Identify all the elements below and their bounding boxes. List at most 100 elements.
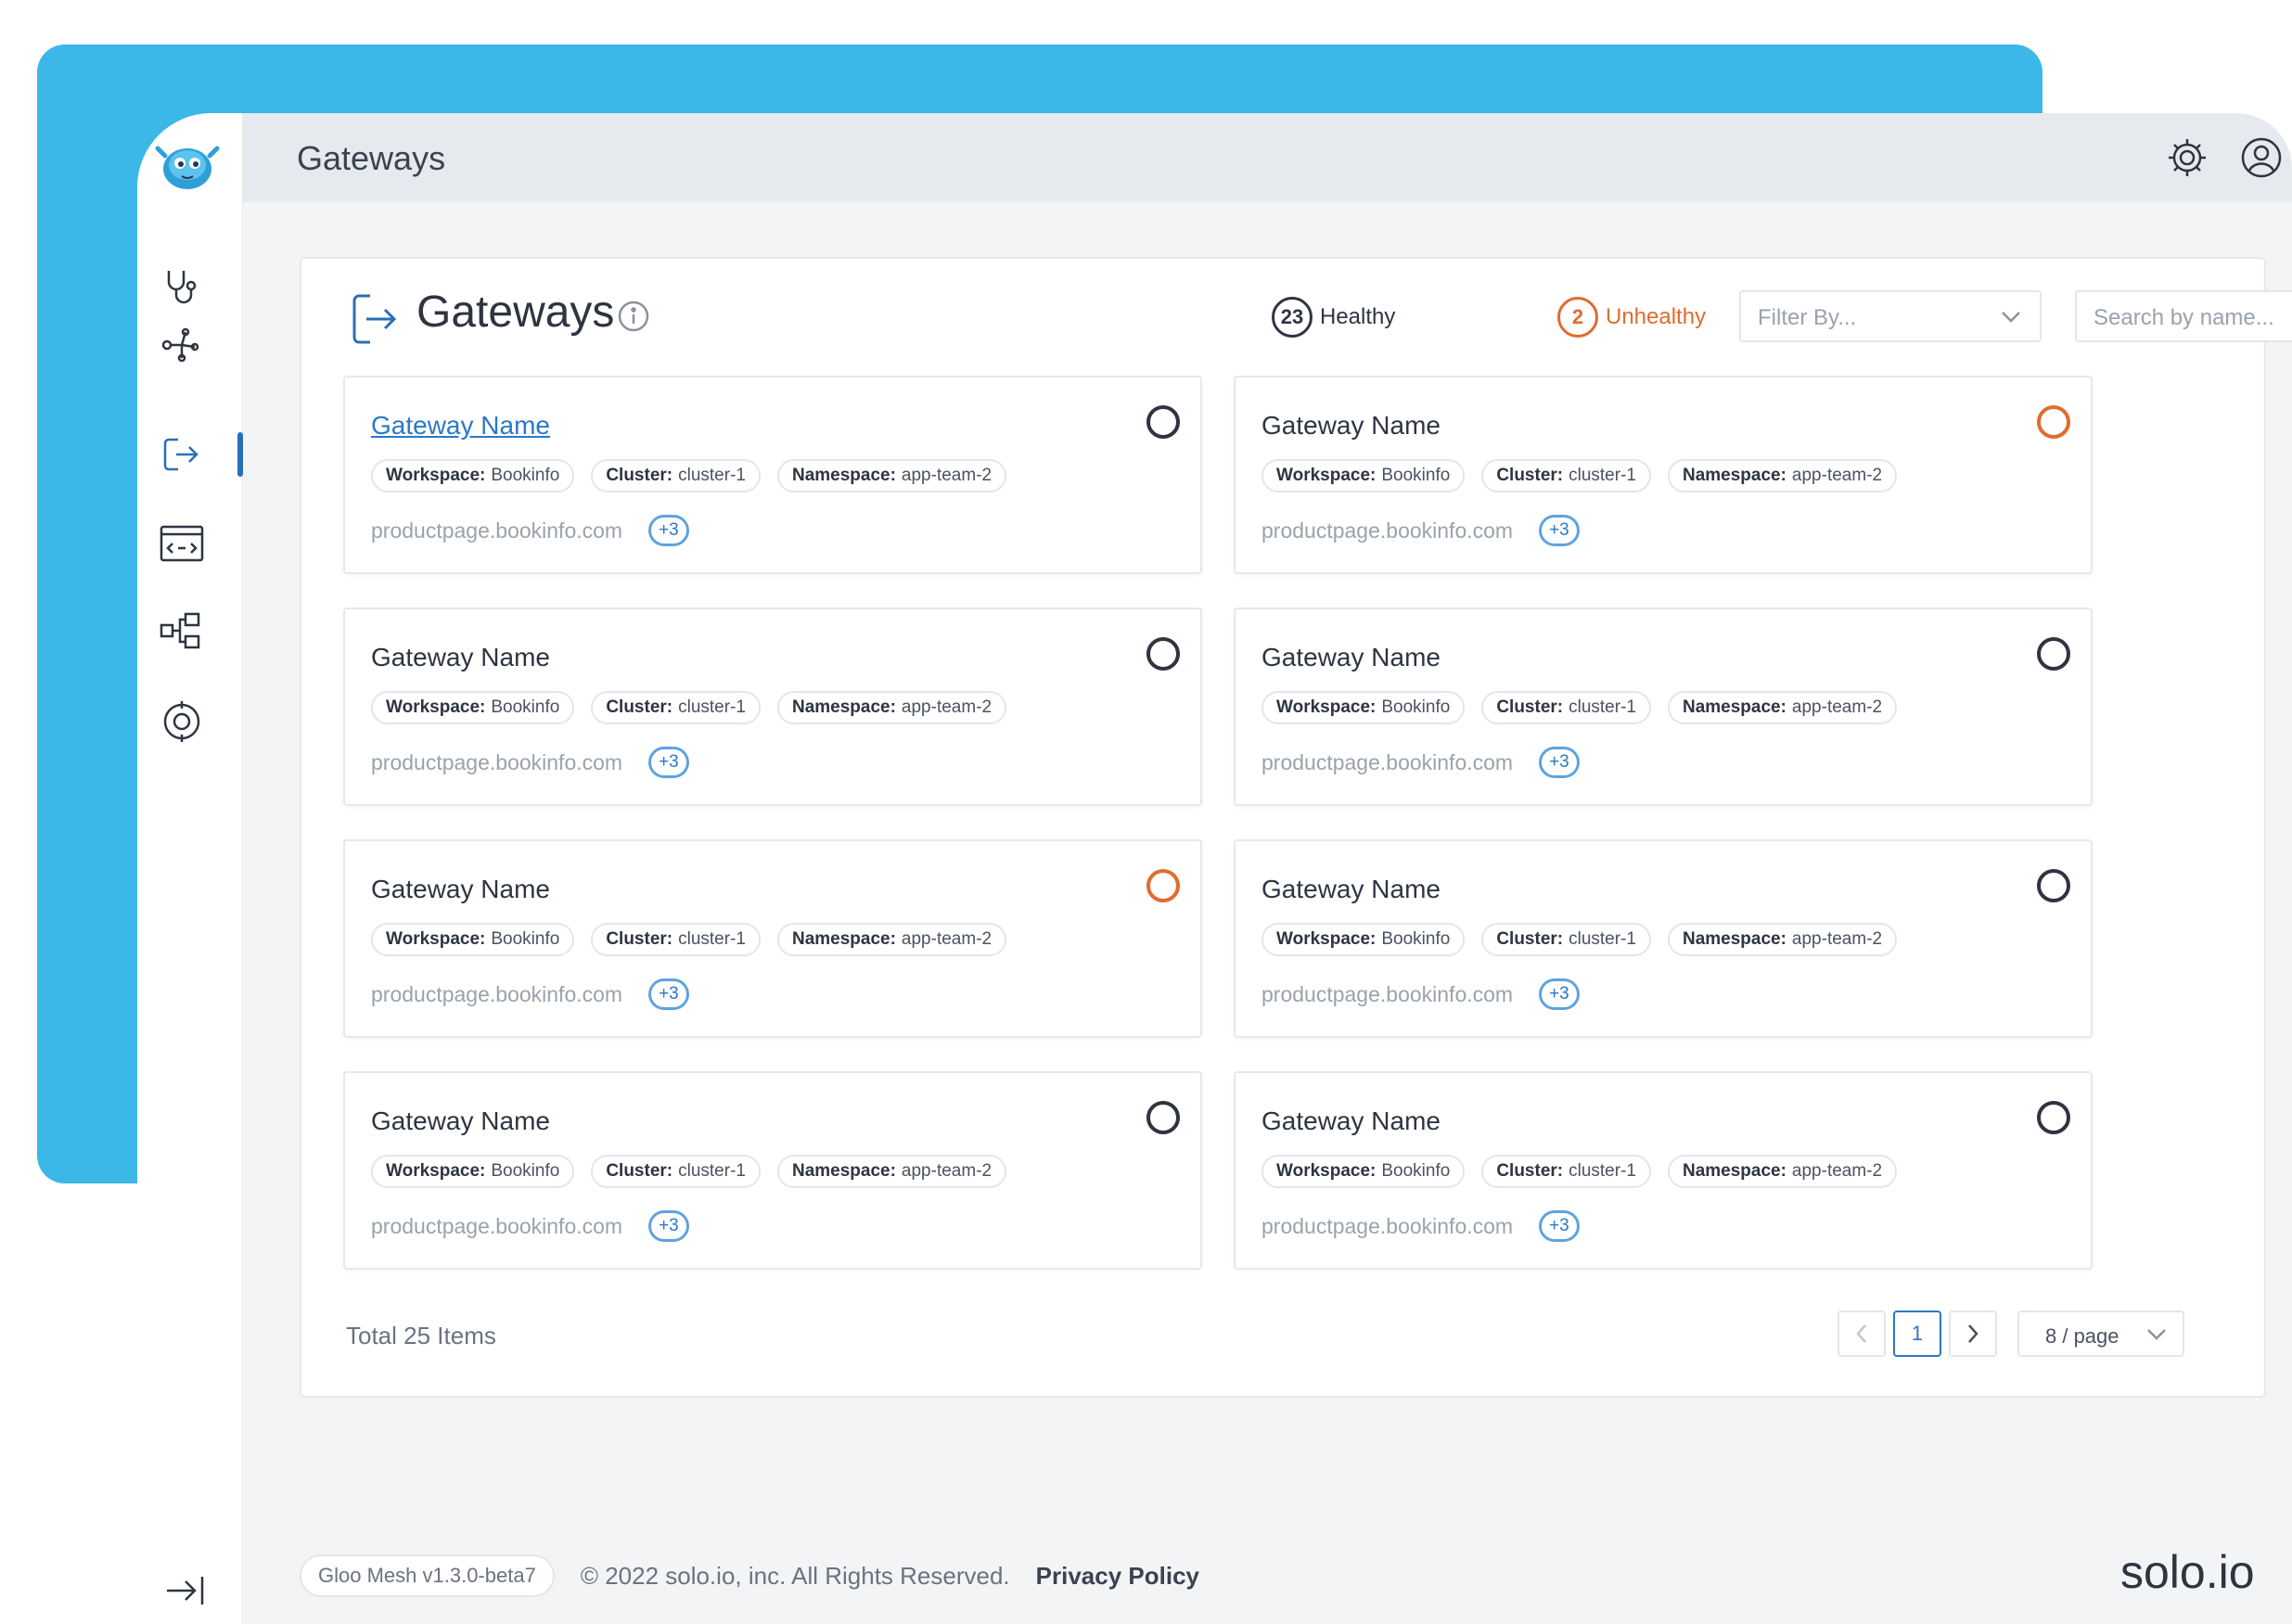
status-indicator-icon (1146, 637, 1180, 671)
cluster-tag: Cluster: cluster-1 (1481, 1155, 1651, 1188)
host-name: productpage.bookinfo.com (1261, 749, 1514, 774)
workspace-tag-label: Workspace: (386, 1161, 486, 1181)
workspace-tag: Workspace: Bookinfo (371, 691, 575, 724)
header-title: Gateways (297, 139, 446, 177)
more-hosts-badge[interactable]: +3 (1539, 1210, 1580, 1242)
prev-page-button[interactable] (1837, 1311, 1886, 1357)
tag-list: Workspace: Bookinfo Cluster: cluster-1 Names… (371, 459, 1007, 492)
host-row: productpage.bookinfo.com +3 (371, 978, 689, 1010)
cluster-tag-label: Cluster: (1496, 466, 1564, 485)
workspace-tag-value: Bookinfo (491, 929, 560, 949)
gateway-card[interactable]: Gateway Name Workspace: Bookinfo Cluster: cl… (343, 1071, 1202, 1270)
nav-item-topology[interactable] (156, 607, 208, 659)
brand-logo: solo.io (2120, 1546, 2255, 1598)
workspace-tag-label: Workspace: (1276, 697, 1376, 717)
unhealthy-filter[interactable]: 2 Unhealthy (1557, 296, 1706, 339)
more-hosts-badge[interactable]: +3 (648, 1210, 689, 1242)
more-hosts-badge[interactable]: +3 (1539, 515, 1580, 546)
workspace-tag-label: Workspace: (1276, 466, 1376, 485)
gateway-card[interactable]: Gateway Name Workspace: Bookinfo Cluster: cl… (343, 839, 1202, 1038)
collapse-sidebar-icon[interactable] (158, 1567, 213, 1614)
graph-icon (161, 327, 199, 363)
namespace-tag-value: app-team-2 (1791, 929, 1883, 949)
policy-icon (163, 701, 200, 742)
namespace-tag-value: app-team-2 (1791, 697, 1883, 717)
cluster-tag-label: Cluster: (606, 929, 673, 949)
nav-item-health[interactable] (156, 262, 208, 313)
gloo-mascot-icon[interactable] (148, 124, 226, 202)
filter-select[interactable]: Filter By... (1739, 290, 2042, 342)
api-icon (160, 525, 204, 562)
workspace-tag: Workspace: Bookinfo (1261, 691, 1466, 724)
stage: Gateways Gateways 23 Healthy 2 Unhealthy… (0, 0, 2292, 1624)
cluster-tag-value: cluster-1 (1569, 697, 1636, 717)
gateway-card[interactable]: Gateway Name Workspace: Bookinfo Cluster: cl… (343, 607, 1202, 806)
workspace-tag: Workspace: Bookinfo (371, 1155, 575, 1188)
cluster-tag: Cluster: cluster-1 (591, 923, 761, 956)
host-name: productpage.bookinfo.com (1261, 981, 1514, 1006)
nav-item-apis[interactable] (156, 518, 208, 569)
tag-list: Workspace: Bookinfo Cluster: cluster-1 Names… (1261, 923, 1898, 956)
gateway-name[interactable]: Gateway Name (1261, 1106, 1441, 1136)
more-hosts-badge[interactable]: +3 (648, 747, 689, 778)
host-name: productpage.bookinfo.com (1261, 1213, 1514, 1238)
status-indicator-icon (2037, 869, 2070, 902)
nav-item-gateways[interactable] (156, 428, 208, 480)
gateway-card[interactable]: Gateway Name Workspace: Bookinfo Cluster: cl… (1234, 607, 2093, 806)
gateway-name[interactable]: Gateway Name (371, 643, 550, 672)
namespace-tag-value: app-team-2 (901, 1161, 992, 1181)
gateway-name[interactable]: Gateway Name (1261, 875, 1441, 904)
more-hosts-badge[interactable]: +3 (648, 515, 689, 546)
user-icon[interactable] (2237, 134, 2286, 182)
host-row: productpage.bookinfo.com +3 (1261, 515, 1580, 546)
cluster-tag: Cluster: cluster-1 (591, 459, 761, 492)
chevron-down-icon (2147, 1329, 2166, 1340)
workspace-tag: Workspace: Bookinfo (1261, 923, 1466, 956)
workspace-tag: Workspace: Bookinfo (371, 459, 575, 492)
gateway-card[interactable]: Gateway Name Workspace: Bookinfo Cluster: cl… (1234, 376, 2093, 574)
gateway-card[interactable]: Gateway Name Workspace: Bookinfo Cluster: cl… (343, 376, 1202, 574)
namespace-tag-label: Namespace: (791, 1161, 896, 1181)
healthy-filter[interactable]: 23 Healthy (1272, 296, 1395, 339)
cluster-tag: Cluster: cluster-1 (1481, 923, 1651, 956)
namespace-tag: Namespace: app-team-2 (1667, 1155, 1898, 1188)
status-indicator-icon (1146, 869, 1180, 902)
info-icon[interactable] (617, 300, 650, 333)
cluster-tag-value: cluster-1 (678, 929, 746, 949)
gateway-name[interactable]: Gateway Name (371, 875, 550, 904)
unhealthy-count: 2 (1557, 297, 1598, 338)
gateway-icon (352, 294, 397, 344)
gateway-name[interactable]: Gateway Name (371, 411, 550, 441)
namespace-tag-label: Namespace: (1682, 1161, 1786, 1181)
more-hosts-badge[interactable]: +3 (1539, 978, 1580, 1010)
page-button-1[interactable]: 1 (1893, 1311, 1941, 1357)
gateway-name[interactable]: Gateway Name (1261, 643, 1441, 672)
gateway-name[interactable]: Gateway Name (1261, 411, 1441, 441)
workspace-tag-value: Bookinfo (491, 697, 560, 717)
namespace-tag-label: Namespace: (791, 929, 896, 949)
search-input[interactable]: Search by name... (2075, 290, 2292, 342)
cluster-tag-label: Cluster: (1496, 697, 1564, 717)
host-name: productpage.bookinfo.com (371, 518, 623, 543)
tag-list: Workspace: Bookinfo Cluster: cluster-1 Names… (371, 1155, 1007, 1188)
host-name: productpage.bookinfo.com (1261, 518, 1514, 543)
gateway-card[interactable]: Gateway Name Workspace: Bookinfo Cluster: cl… (1234, 1071, 2093, 1270)
workspace-tag-label: Workspace: (386, 697, 486, 717)
privacy-policy-link[interactable]: Privacy Policy (1036, 1562, 1199, 1591)
healthy-label: Healthy (1320, 304, 1396, 329)
workspace-tag-label: Workspace: (1276, 929, 1376, 949)
page-size-select[interactable]: 8 / page (2017, 1311, 2184, 1357)
namespace-tag: Namespace: app-team-2 (1667, 459, 1898, 492)
gateway-card[interactable]: Gateway Name Workspace: Bookinfo Cluster: cl… (1234, 839, 2093, 1038)
gateway-name[interactable]: Gateway Name (371, 1106, 550, 1136)
chevron-left-icon (1856, 1324, 1866, 1343)
gear-icon[interactable] (2163, 134, 2211, 182)
nav-item-policies[interactable] (156, 696, 208, 748)
nav-item-graph[interactable] (156, 319, 208, 371)
next-page-button[interactable] (1949, 1311, 1997, 1357)
more-hosts-badge[interactable]: +3 (648, 978, 689, 1010)
healthy-count: 23 (1272, 297, 1312, 338)
version-badge: Gloo Mesh v1.3.0-beta7 (300, 1554, 555, 1597)
cluster-tag-value: cluster-1 (678, 697, 746, 717)
more-hosts-badge[interactable]: +3 (1539, 747, 1580, 778)
